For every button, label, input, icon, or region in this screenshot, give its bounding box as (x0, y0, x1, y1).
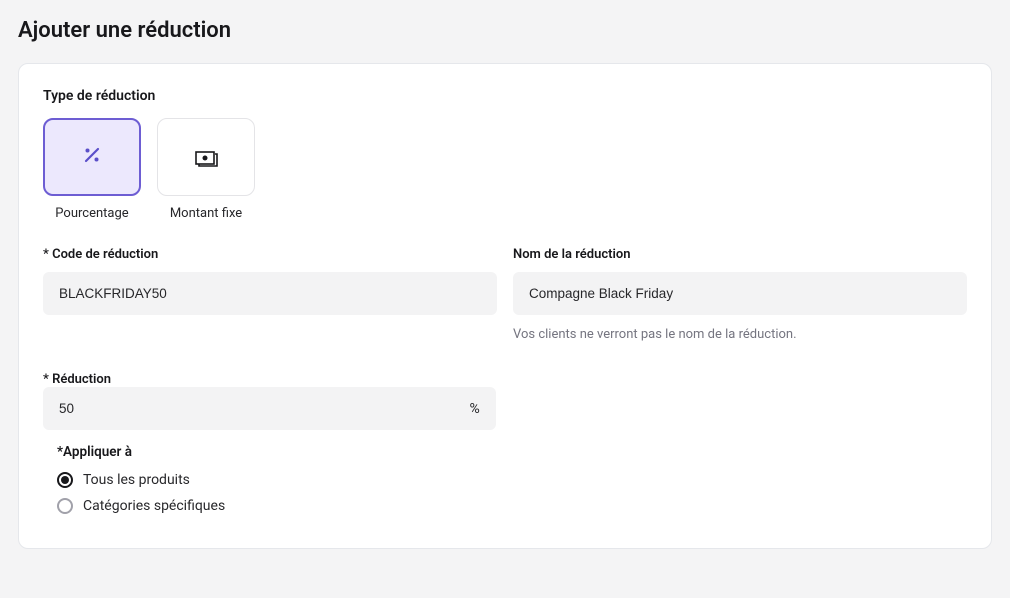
label-code: * Code de réduction (43, 247, 497, 262)
field-code: * Code de réduction (43, 247, 497, 342)
type-tile-percentage (43, 118, 141, 196)
radio-indicator-categories (57, 498, 73, 514)
type-option-percentage[interactable]: Pourcentage (43, 118, 141, 221)
type-options: Pourcentage Montant fixe (43, 118, 967, 221)
radio-label-categories: Catégories spécifiques (83, 498, 225, 514)
type-option-fixed[interactable]: Montant fixe (157, 118, 255, 221)
percent-icon (82, 145, 102, 169)
type-section-label: Type de réduction (43, 88, 967, 104)
field-reduction: * Réduction % *Appliquer à Tous les prod… (43, 368, 496, 514)
radio-all-products[interactable]: Tous les produits (57, 472, 496, 488)
banknote-icon (195, 149, 217, 165)
radio-label-all: Tous les produits (83, 472, 190, 488)
type-tile-fixed (157, 118, 255, 196)
label-name: Nom de la réduction (513, 247, 967, 262)
radio-specific-categories[interactable]: Catégories spécifiques (57, 498, 496, 514)
label-reduction: * Réduction (43, 372, 111, 387)
input-code[interactable] (43, 272, 497, 315)
input-reduction[interactable] (43, 387, 469, 430)
input-reduction-wrapper: % (43, 387, 496, 430)
label-apply-to: *Appliquer à (57, 444, 496, 460)
type-caption-fixed: Montant fixe (170, 206, 242, 221)
suffix-percent: % (469, 401, 495, 417)
hint-name: Vos clients ne verront pas le nom de la … (513, 327, 967, 342)
form-card: Type de réduction Pourcentage (18, 63, 992, 549)
field-name: Nom de la réduction Vos clients ne verro… (513, 247, 967, 342)
apply-to-block: *Appliquer à Tous les produits Catégorie… (43, 444, 496, 514)
type-caption-percentage: Pourcentage (55, 206, 128, 221)
input-name[interactable] (513, 272, 967, 315)
radio-indicator-all (57, 472, 73, 488)
page-title: Ajouter une réduction (18, 18, 992, 43)
